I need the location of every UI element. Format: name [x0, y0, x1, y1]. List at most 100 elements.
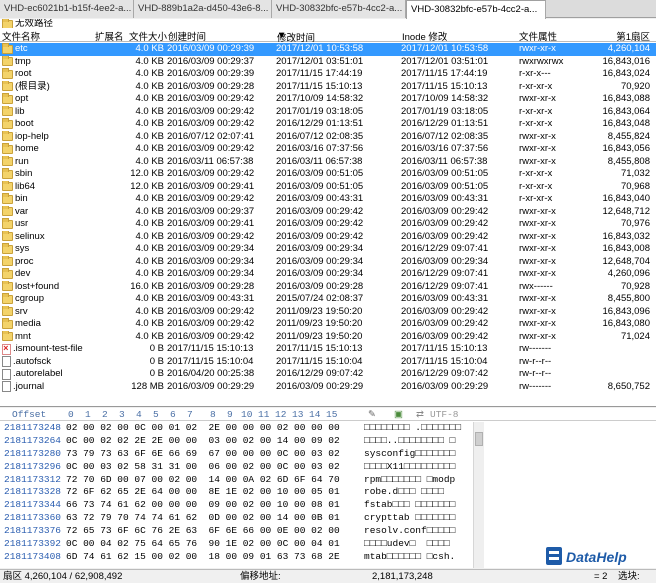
- status-bar: 扇区 4,260,104 / 62,908,492 偏移地址: 2,181,17…: [0, 569, 656, 583]
- encoding-select[interactable]: UTF-8: [430, 409, 459, 420]
- hex-line[interactable]: 2181173280 73 79 73 63 6F 6E 66 69 67 00 …: [0, 448, 656, 461]
- hex-text[interactable]: resolv.conf□□□□□: [364, 525, 455, 538]
- save-icon[interactable]: ▣: [394, 409, 403, 422]
- edit-icon[interactable]: ✎: [368, 409, 376, 422]
- hex-bytes[interactable]: 66 73 74 61 62 00 00 00 09 00 02 00 10 0…: [66, 499, 340, 512]
- hex-scrollbar-thumb[interactable]: [475, 432, 483, 446]
- file-row[interactable]: cgroup 4.0 KB 2016/03/09 00:43:31 2015/07/2…: [0, 293, 656, 306]
- file-row[interactable]: selinux 4.0 KB 2016/03/09 00:29:42 2016/03/…: [0, 230, 656, 244]
- hex-col-header: 12: [275, 409, 287, 420]
- file-name: var: [15, 205, 29, 217]
- file-row[interactable]: etc 4.0 KB 2016/03/09 00:29:39 2017/12/01 1…: [0, 43, 656, 56]
- file-attr: r-xr-xr-x: [519, 193, 553, 204]
- file-attr: rwxr-xr-x: [519, 93, 556, 104]
- tab-2[interactable]: VHD-889b1a2a-d450-43e6-8...: [134, 0, 272, 18]
- file-ctime: 2016/03/09 00:29:42: [167, 118, 255, 129]
- hex-line[interactable]: 2181173296 0C 00 03 02 58 31 31 00 06 00 …: [0, 461, 656, 474]
- hex-text[interactable]: □□□□X11□□□□□□□□□: [364, 461, 455, 474]
- file-row[interactable]: var 4.0 KB 2016/03/09 00:29:37 2016/03/09 0…: [0, 205, 656, 219]
- col-header-attr[interactable]: 文件属性: [519, 29, 557, 43]
- tab-4[interactable]: VHD-30832bfc-e57b-4cc2-a...: [406, 0, 546, 19]
- hex-text[interactable]: □□□□□□□□ .□□□□□□□: [364, 422, 461, 435]
- file-row[interactable]: lib64 12.0 KB 2016/03/09 00:29:41 2016/03/0…: [0, 180, 656, 194]
- col-header-ext[interactable]: 扩展名: [95, 29, 124, 43]
- file-row[interactable]: dev 4.0 KB 2016/03/09 00:29:34 2016/03/09 0…: [0, 268, 656, 281]
- file-itime: 2016/03/09 00:51:05: [401, 168, 489, 179]
- hex-bytes[interactable]: 0C 00 03 02 58 31 31 00 06 00 02 00 0C 0…: [66, 461, 340, 474]
- file-row[interactable]: home 4.0 KB 2016/03/09 00:29:42 2016/03/16 …: [0, 143, 656, 156]
- hex-bytes[interactable]: 02 00 02 00 0C 00 01 02 2E 00 00 00 02 0…: [66, 422, 340, 435]
- file-itime: 2016/12/29 09:07:41: [401, 243, 489, 254]
- hex-line[interactable]: 2181173328 72 6F 62 65 2E 64 00 00 8E 1E …: [0, 486, 656, 499]
- col-header-name[interactable]: 文件名称: [2, 29, 40, 43]
- folder-icon: [2, 168, 13, 179]
- hex-line[interactable]: 2181173344 66 73 74 61 62 00 00 00 09 00 …: [0, 499, 656, 512]
- file-row[interactable]: lost+found 16.0 KB 2016/03/09 00:29:28 2016…: [0, 280, 656, 294]
- hex-line[interactable]: 2181173360 63 72 79 70 74 74 61 62 0D 00 …: [0, 512, 656, 525]
- file-row[interactable]: srv 4.0 KB 2016/03/09 00:29:42 2011/09/23 1…: [0, 305, 656, 319]
- file-row[interactable]: tmp 4.0 KB 2016/03/09 00:29:37 2017/12/01 0…: [0, 55, 656, 69]
- col-header-size[interactable]: 文件大小: [129, 29, 167, 43]
- hex-line[interactable]: 2181173376 72 65 73 6F 6C 76 2E 63 6F 6E …: [0, 525, 656, 538]
- file-row[interactable]: usr 4.0 KB 2016/03/09 00:29:41 2016/03/09 0…: [0, 218, 656, 231]
- file-row[interactable]: .journal 128 MB 2016/03/09 00:29:29 2016/03…: [0, 381, 656, 394]
- hex-bytes[interactable]: 6D 74 61 62 15 00 02 00 18 00 09 01 63 7…: [66, 551, 340, 564]
- file-row[interactable]: root 4.0 KB 2016/03/09 00:29:39 2017/11/15 …: [0, 68, 656, 81]
- file-row[interactable]: media 4.0 KB 2016/03/09 00:29:42 2011/09/23…: [0, 318, 656, 331]
- hex-scrollbar[interactable]: [473, 422, 484, 568]
- status-select-label: 选块:: [618, 571, 640, 582]
- hex-text[interactable]: sysconfig□□□□□□□: [364, 448, 455, 461]
- hex-bytes[interactable]: 73 79 73 63 6F 6E 66 69 67 00 00 00 0C 0…: [66, 448, 340, 461]
- folder-icon: [2, 93, 13, 104]
- file-row[interactable]: sys 4.0 KB 2016/03/09 00:29:34 2016/03/09 0…: [0, 243, 656, 256]
- hex-line[interactable]: 2181173312 72 70 6D 00 07 00 02 00 14 00 …: [0, 474, 656, 487]
- hex-bytes[interactable]: 72 65 73 6F 6C 76 2E 63 6F 6E 66 00 0E 0…: [66, 525, 340, 538]
- file-attr: r-xr-xr-x: [519, 80, 553, 92]
- file-row[interactable]: mnt 4.0 KB 2016/03/09 00:29:42 2011/09/23 1…: [0, 330, 656, 344]
- file-row[interactable]: run 4.0 KB 2016/03/11 06:57:38 2016/03/11 0…: [0, 155, 656, 169]
- hex-bytes[interactable]: 0C 00 04 02 75 64 65 76 90 1E 02 00 0C 0…: [66, 538, 340, 551]
- hex-text[interactable]: □□□□udev□ □□□□: [364, 538, 450, 551]
- hex-col-header: 5: [153, 409, 159, 420]
- hex-bytes[interactable]: 72 6F 62 65 2E 64 00 00 8E 1E 02 00 10 0…: [66, 486, 340, 499]
- datahelp-logo-icon: DataHelp: [546, 547, 627, 565]
- file-mtime: 2016/03/09 00:29:42: [276, 218, 364, 229]
- col-header-ctime[interactable]: 创建时间: [168, 29, 206, 43]
- hex-text[interactable]: mtab□□□□□□ □csh.: [364, 551, 455, 564]
- file-row[interactable]: iop-help 4.0 KB 2016/07/12 02:07:41 2016/07…: [0, 130, 656, 144]
- file-row[interactable]: sbin 12.0 KB 2016/03/09 00:29:42 2016/03/09…: [0, 168, 656, 181]
- file-mtime: 2016/12/29 01:13:51: [276, 118, 364, 129]
- file-size: 4.0 KB: [135, 230, 164, 242]
- hex-text[interactable]: fstab□□□ □□□□□□□: [364, 499, 455, 512]
- file-row[interactable]: .ismount-test-file0 B2017/11/15 15:10:13…: [0, 343, 656, 356]
- hex-bytes[interactable]: 72 70 6D 00 07 00 02 00 14 00 0A 02 6D 6…: [66, 474, 340, 487]
- hex-line[interactable]: 2181173248 02 00 02 00 0C 00 01 02 2E 00 …: [0, 422, 656, 435]
- file-sector: 70,920: [620, 80, 650, 92]
- file-row[interactable]: .autofsck 0 B 2017/11/15 15:10:04 2017/11/1…: [0, 356, 656, 369]
- tab-1[interactable]: VHD-ec6021b1-b15f-4ee2-a...: [0, 0, 134, 18]
- encoding-arrow-icon[interactable]: ⇄: [416, 409, 424, 422]
- hex-bytes[interactable]: 63 72 79 70 74 74 61 62 0D 00 02 00 14 0…: [66, 512, 340, 525]
- hex-line[interactable]: 2181173264 0C 00 02 02 2E 2E 00 00 03 00 …: [0, 435, 656, 448]
- file-row[interactable]: lib 4.0 KB 2016/03/09 00:29:42 2017/01/19 0…: [0, 105, 656, 119]
- file-ctime: 2016/03/09 00:29:28: [167, 280, 255, 292]
- hex-bytes[interactable]: 0C 00 02 02 2E 2E 00 00 03 00 02 00 14 0…: [66, 435, 340, 448]
- file-sector: 8,455,800: [607, 293, 650, 304]
- tab-3[interactable]: VHD-30832bfc-e57b-4cc2-a...: [272, 0, 406, 18]
- hex-text[interactable]: rpm□□□□□□□ □modp: [364, 474, 455, 487]
- hex-text[interactable]: robe.d□□□ □□□□: [364, 486, 444, 499]
- file-size: 4.0 KB: [135, 243, 164, 254]
- col-header-sector[interactable]: 第1扇区: [616, 29, 650, 43]
- hex-offset: 2181173344: [4, 499, 62, 511]
- file-row[interactable]: boot 4.0 KB 2016/03/09 00:29:42 2016/12/29 …: [0, 118, 656, 131]
- file-itime: 2016/03/16 07:37:56: [401, 143, 489, 154]
- hex-text[interactable]: crypttab □□□□□□□: [364, 512, 455, 525]
- file-row[interactable]: (根目录) 4.0 KB 2016/03/09 00:29:28 2017/11/15…: [0, 80, 656, 94]
- file-row[interactable]: .autorelabel 0 B 2016/04/20 00:25:38 2016/1…: [0, 368, 656, 381]
- col-header-itime[interactable]: Inode 修改: [402, 29, 447, 43]
- file-ctime: 2016/03/09 00:29:42: [167, 143, 255, 154]
- hex-text[interactable]: □□□□..□□□□□□□□ □: [364, 435, 455, 448]
- file-row[interactable]: opt 4.0 KB 2016/03/09 00:29:42 2017/10/09 1…: [0, 93, 656, 106]
- file-row[interactable]: bin 4.0 KB 2016/03/09 00:29:42 2016/03/09 0…: [0, 193, 656, 206]
- file-row[interactable]: proc 4.0 KB 2016/03/09 00:29:34 2016/03/09 …: [0, 255, 656, 269]
